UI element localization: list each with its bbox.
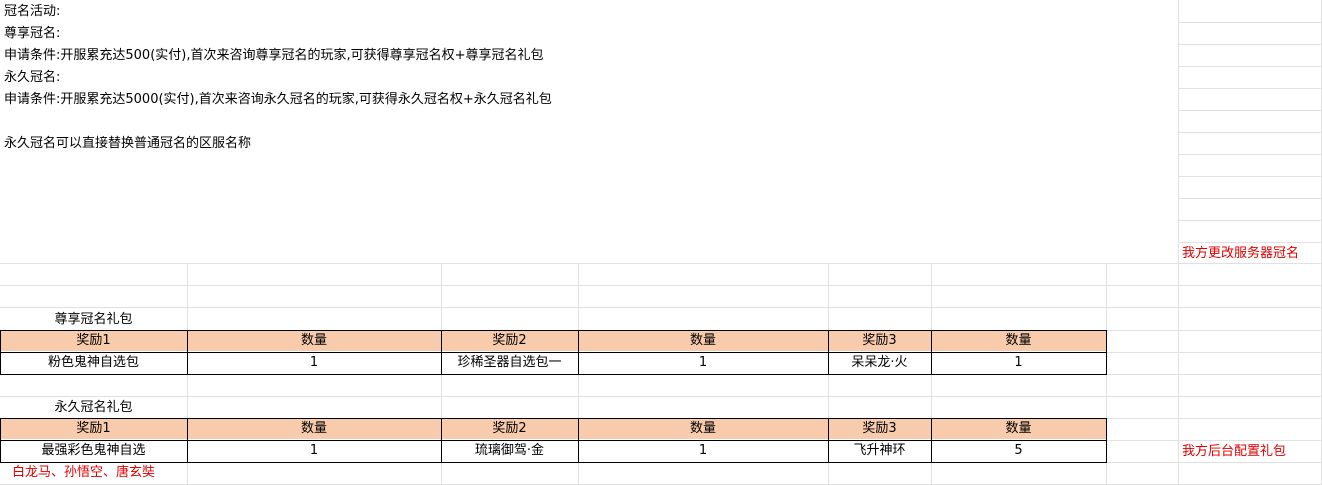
intro-line-permanent-condition: 申请条件:开服累充达5000(实付),首次来咨询永久冠名的玩家,可获得永久冠名权…	[4, 92, 552, 107]
note-heroes[interactable]: 白龙马、孙悟空、唐玄奘	[12, 462, 155, 484]
intro-line-exclusive: 尊享冠名:	[4, 26, 61, 41]
note-server-rename[interactable]: 我方更改服务器冠名	[1182, 243, 1299, 265]
table1-title[interactable]: 尊享冠名礼包	[0, 309, 187, 330]
intro-line-permanent: 永久冠名:	[4, 70, 61, 85]
table2-title[interactable]: 永久冠名礼包	[0, 397, 187, 418]
note-backend-config[interactable]: 我方后台配置礼包	[1182, 441, 1286, 463]
intro-line-exclusive-condition: 申请条件:开服累充达500(实付),首次来咨询尊享冠名的玩家,可获得尊享冠名权+…	[4, 48, 544, 63]
intro-line-replace-note: 永久冠名可以直接替换普通冠名的区服名称	[4, 136, 252, 151]
intro-merged-cell[interactable]: 冠名活动: 尊享冠名: 申请条件:开服累充达500(实付),首次来咨询尊享冠名的…	[0, 0, 1178, 263]
intro-line-title: 冠名活动:	[4, 4, 61, 19]
